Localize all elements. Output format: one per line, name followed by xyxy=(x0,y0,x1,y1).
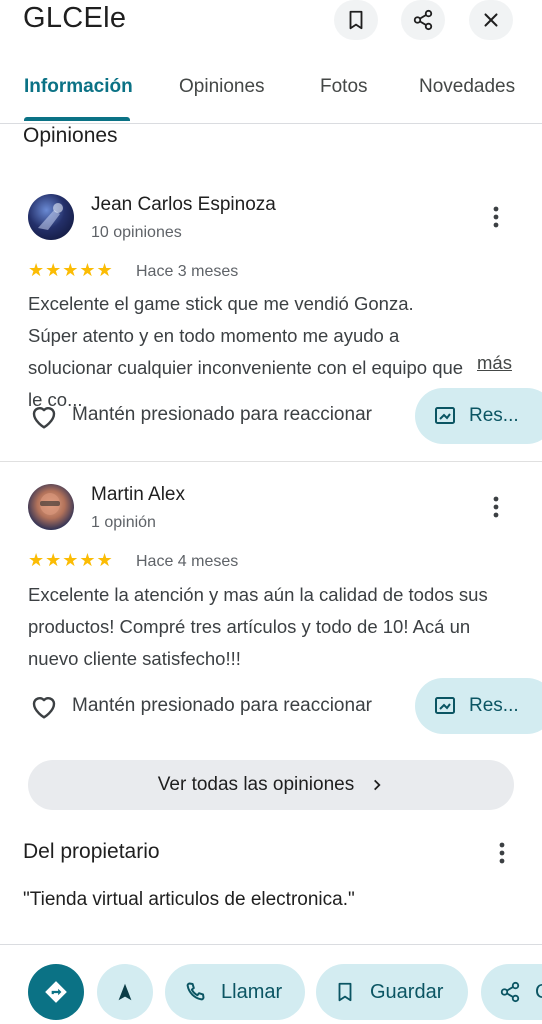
review-time: Hace 3 meses xyxy=(136,263,239,280)
share-icon xyxy=(413,9,433,31)
review-text: Excelente el game stick que me vendió Go… xyxy=(28,293,464,410)
reviewer-name[interactable]: Martin Alex xyxy=(91,484,185,506)
see-all-reviews-label: Ver todas las opiniones xyxy=(157,774,355,795)
call-label: Llamar xyxy=(221,980,283,1003)
action-bar: Llamar Guardar C xyxy=(0,944,542,1024)
share-action-button[interactable]: C xyxy=(481,964,542,1020)
tab-opiniones[interactable]: Opiniones xyxy=(179,76,265,98)
react-button[interactable] xyxy=(28,690,60,722)
start-navigation-button[interactable] xyxy=(97,964,153,1020)
reviews-section-title: Opiniones xyxy=(23,124,118,147)
avatar[interactable] xyxy=(28,484,74,530)
reviewer-review-count: 1 opinión xyxy=(91,514,156,531)
reviewer-name[interactable]: Jean Carlos Espinoza xyxy=(91,194,276,216)
close-icon xyxy=(484,13,498,27)
share-action-label: C xyxy=(535,981,542,1004)
tab-informacion[interactable]: Información xyxy=(24,76,133,98)
heart-icon xyxy=(32,697,56,719)
bookmark-icon xyxy=(349,10,363,30)
heart-icon xyxy=(32,407,56,429)
directions-icon xyxy=(45,981,67,1003)
share-button[interactable] xyxy=(401,0,445,40)
more-vert-icon xyxy=(493,496,499,518)
tab-novedades[interactable]: Novedades xyxy=(419,76,515,98)
reply-button[interactable]: Res... xyxy=(415,388,542,444)
more-link[interactable]: más xyxy=(477,352,512,374)
active-tab-indicator xyxy=(24,117,130,121)
save-place-button[interactable] xyxy=(334,0,378,40)
directions-button[interactable] xyxy=(28,964,84,1020)
star-rating: ★★★★★ xyxy=(28,260,114,280)
avatar-image xyxy=(38,203,63,230)
avatar[interactable] xyxy=(28,194,74,240)
owner-section-title: Del propietario xyxy=(23,840,160,863)
bookmark-icon xyxy=(338,982,352,1002)
reply-icon xyxy=(435,697,455,714)
reviewer-review-count: 10 opiniones xyxy=(91,224,182,241)
review-text: Excelente la atención y mas aún la calid… xyxy=(28,584,488,669)
share-icon xyxy=(500,981,520,1003)
tab-bar: Información Opiniones Fotos Novedades xyxy=(0,62,542,124)
place-title: GLCEle xyxy=(23,2,127,34)
avatar-image xyxy=(40,493,60,515)
review-options-button[interactable] xyxy=(484,495,508,519)
more-vert-icon xyxy=(493,206,499,228)
reply-button[interactable]: Res... xyxy=(415,678,542,734)
more-vert-icon xyxy=(499,842,505,864)
reply-icon xyxy=(435,407,455,424)
place-header: GLCEle xyxy=(0,0,542,44)
owner-options-button[interactable] xyxy=(490,841,514,865)
close-button[interactable] xyxy=(469,0,513,40)
owner-description: "Tienda virtual articulos de electronica… xyxy=(23,889,355,910)
react-button[interactable] xyxy=(28,400,60,432)
reply-label: Res... xyxy=(469,695,519,716)
react-hint-label: Mantén presionado para reaccionar xyxy=(72,404,372,425)
call-button[interactable]: Llamar xyxy=(165,964,305,1020)
review-divider xyxy=(0,461,542,462)
review-time: Hace 4 meses xyxy=(136,553,239,570)
save-label: Guardar xyxy=(370,980,444,1003)
tab-fotos[interactable]: Fotos xyxy=(320,76,368,98)
navigation-arrow-icon xyxy=(118,983,132,1001)
react-hint-label: Mantén presionado para reaccionar xyxy=(72,695,372,716)
save-button[interactable]: Guardar xyxy=(316,964,468,1020)
see-all-reviews-button[interactable]: Ver todas las opiniones xyxy=(28,760,514,810)
reply-label: Res... xyxy=(469,405,519,426)
chevron-right-icon xyxy=(374,779,381,791)
review-options-button[interactable] xyxy=(484,205,508,229)
phone-icon xyxy=(186,982,205,1001)
star-rating: ★★★★★ xyxy=(28,550,114,570)
